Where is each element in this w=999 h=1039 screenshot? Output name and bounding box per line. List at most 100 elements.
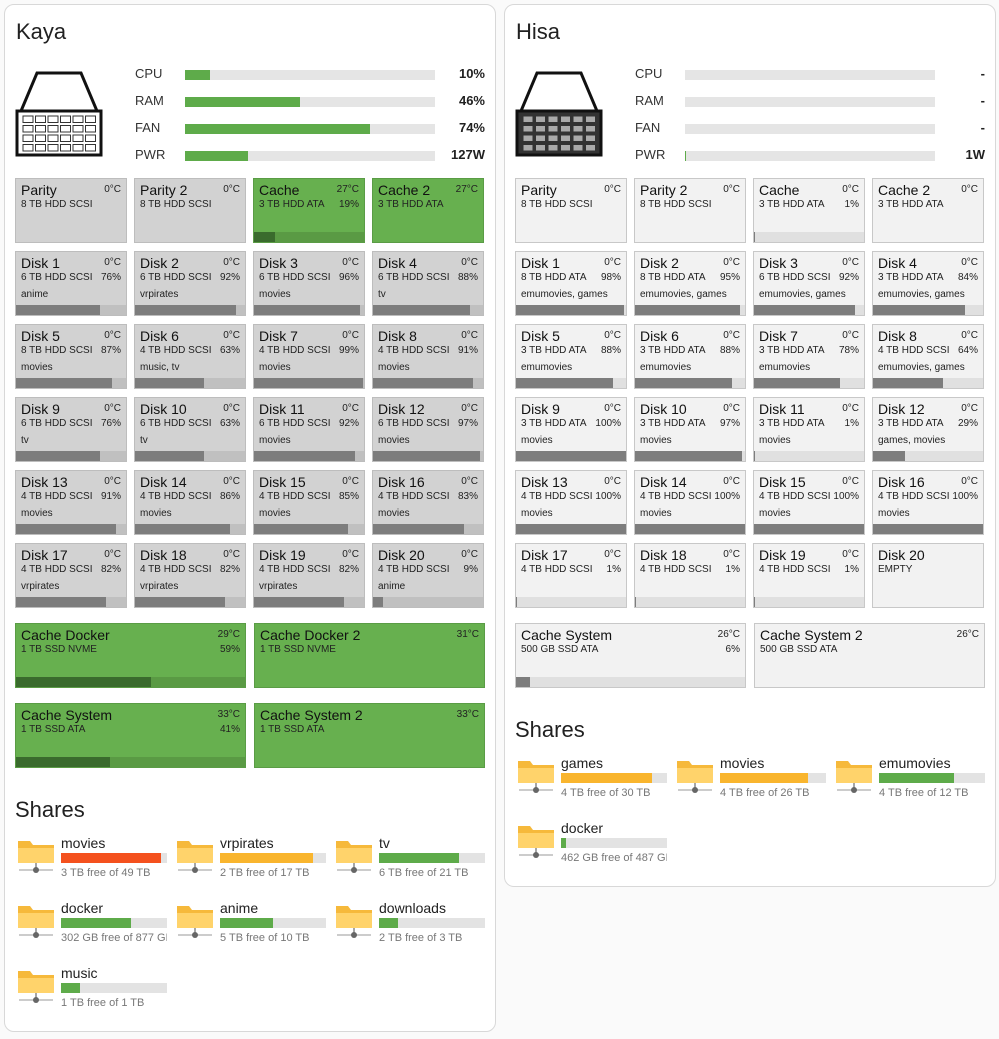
disk-usage-percent: 100% [595,491,621,502]
disk-tile-cache[interactable]: Cache 27°C 3 TB HDD ATA 19% [253,178,365,243]
disk-tile-disk-8[interactable]: Disk 8 0°C 4 TB HDD SCSI 64% emumovies, game… [872,324,984,389]
disk-usage-percent: 76% [100,272,121,283]
pool-tile-cache-system[interactable]: Cache System 26°C 500 GB SSD ATA 6% [515,623,746,688]
disk-usage-percent: 100% [714,491,740,502]
disk-usage-bar [635,378,745,388]
disk-name: Parity [21,182,57,198]
disk-temp: 0°C [461,476,478,487]
pool-tile-cache-system[interactable]: Cache System 33°C 1 TB SSD ATA 41% [15,703,246,768]
disk-tile-disk-8[interactable]: Disk 8 0°C 4 TB HDD SCSI 91% movies [372,324,484,389]
disk-tile-cache-2[interactable]: Cache 2 0°C 3 TB HDD ATA [872,178,984,243]
disk-usage-fill [254,451,356,461]
disk-tile-disk-18[interactable]: Disk 18 0°C 4 TB HDD SCSI 82% vrpirates [134,543,246,608]
pool-tile-cache-system-2[interactable]: Cache System 2 33°C 1 TB SSD ATA [254,703,485,768]
disk-tile-disk-6[interactable]: Disk 6 0°C 4 TB HDD SCSI 63% music, tv [134,324,246,389]
disk-usage-percent: 82% [338,564,359,575]
disk-tile-disk-15[interactable]: Disk 15 0°C 4 TB HDD SCSI 85% movies [253,470,365,535]
disk-tile-disk-3[interactable]: Disk 3 0°C 6 TB HDD SCSI 92% emumovies, game… [753,251,865,316]
disk-usage-fill [635,597,637,607]
disk-tile-disk-9[interactable]: Disk 9 0°C 6 TB HDD SCSI 76% tv [15,397,127,462]
disk-tile-disk-19[interactable]: Disk 19 0°C 4 TB HDD SCSI 82% vrpirates [253,543,365,608]
disk-tile-disk-4[interactable]: Disk 4 0°C 6 TB HDD SCSI 88% tv [372,251,484,316]
disk-usage-percent: 63% [219,345,240,356]
disk-tile-disk-17[interactable]: Disk 17 0°C 4 TB HDD SCSI 1% [515,543,627,608]
disk-usage-percent: 88% [457,272,478,283]
disk-tile-disk-15[interactable]: Disk 15 0°C 4 TB HDD SCSI 100% movies [753,470,865,535]
disk-usage-fill [873,378,944,388]
share-name: anime [220,900,259,916]
disk-tile-cache[interactable]: Cache 0°C 3 TB HDD ATA 1% [753,178,865,243]
pool-tile-cache-docker[interactable]: Cache Docker 29°C 1 TB SSD NVME 59% [15,623,246,688]
stats-panel: CPU 10% RAM 46% FAN 74% PWR 127W [135,65,487,173]
disk-tile-disk-13[interactable]: Disk 13 0°C 4 TB HDD SCSI 100% movies [515,470,627,535]
disk-shares: movies [878,508,910,519]
disk-tile-disk-1[interactable]: Disk 1 0°C 8 TB HDD ATA 98% emumovies, games [515,251,627,316]
disk-temp: 0°C [604,476,621,487]
disk-tile-disk-12[interactable]: Disk 12 0°C 3 TB HDD ATA 29% games, movies [872,397,984,462]
share-name: movies [61,835,106,851]
disk-tile-parity[interactable]: Parity 0°C 8 TB HDD SCSI [15,178,127,243]
disk-usage-percent: 83% [457,491,478,502]
share-vrpirates[interactable]: vrpirates 2 TB free of 17 TB [176,835,326,887]
share-usage-bar [61,918,167,928]
disk-tile-disk-10[interactable]: Disk 10 0°C 6 TB HDD SCSI 63% tv [134,397,246,462]
share-tv[interactable]: tv 6 TB free of 21 TB [335,835,485,887]
disk-usage-bar [873,378,983,388]
disk-shares: movies [640,508,672,519]
pool-tile-cache-docker-2[interactable]: Cache Docker 2 31°C 1 TB SSD NVME [254,623,485,688]
disk-tile-disk-11[interactable]: Disk 11 0°C 6 TB HDD SCSI 92% movies [253,397,365,462]
disk-tile-parity-2[interactable]: Parity 2 0°C 8 TB HDD SCSI [134,178,246,243]
disk-tile-parity-2[interactable]: Parity 2 0°C 8 TB HDD SCSI [634,178,746,243]
disk-tile-disk-9[interactable]: Disk 9 0°C 3 TB HDD ATA 100% movies [515,397,627,462]
stat-value: - [980,93,985,108]
disk-name: Disk 12 [378,401,425,417]
disk-tile-disk-10[interactable]: Disk 10 0°C 3 TB HDD ATA 97% movies [634,397,746,462]
share-docker[interactable]: docker 302 GB free of 877 GB [17,900,167,952]
disk-tile-disk-2[interactable]: Disk 2 0°C 8 TB HDD ATA 95% emumovies, games [634,251,746,316]
disk-tile-disk-17[interactable]: Disk 17 0°C 4 TB HDD SCSI 82% vrpirates [15,543,127,608]
share-movies[interactable]: movies 3 TB free of 49 TB [17,835,167,887]
share-downloads[interactable]: downloads 2 TB free of 3 TB [335,900,485,952]
disk-tile-disk-20[interactable]: Disk 20 0°C 4 TB HDD SCSI 9% anime [372,543,484,608]
disk-tile-disk-2[interactable]: Disk 2 0°C 6 TB HDD SCSI 92% vrpirates [134,251,246,316]
share-music[interactable]: music 1 TB free of 1 TB [17,965,167,1017]
share-docker[interactable]: docker 462 GB free of 487 GB [517,820,667,872]
share-free-space: 1 TB free of 1 TB [61,997,145,1009]
disk-tile-disk-7[interactable]: Disk 7 0°C 3 TB HDD ATA 78% emumovies [753,324,865,389]
share-anime[interactable]: anime 5 TB free of 10 TB [176,900,326,952]
disk-tile-disk-5[interactable]: Disk 5 0°C 3 TB HDD ATA 88% emumovies [515,324,627,389]
share-emumovies[interactable]: emumovies 4 TB free of 12 TB [835,755,985,807]
disk-temp: 0°C [104,476,121,487]
disk-tile-disk-4[interactable]: Disk 4 0°C 3 TB HDD ATA 84% emumovies, games [872,251,984,316]
share-movies[interactable]: movies 4 TB free of 26 TB [676,755,826,807]
disk-tile-disk-11[interactable]: Disk 11 0°C 3 TB HDD ATA 1% movies [753,397,865,462]
disk-tile-disk-3[interactable]: Disk 3 0°C 6 TB HDD SCSI 96% movies [253,251,365,316]
disk-tile-disk-14[interactable]: Disk 14 0°C 4 TB HDD SCSI 100% movies [634,470,746,535]
disk-tile-disk-18[interactable]: Disk 18 0°C 4 TB HDD SCSI 1% [634,543,746,608]
disk-tile-disk-12[interactable]: Disk 12 0°C 6 TB HDD SCSI 97% movies [372,397,484,462]
disk-name: Disk 14 [640,474,687,490]
disk-tile-disk-16[interactable]: Disk 16 0°C 4 TB HDD SCSI 100% movies [872,470,984,535]
disk-tile-disk-19[interactable]: Disk 19 0°C 4 TB HDD SCSI 1% [753,543,865,608]
pool-tile-cache-system-2[interactable]: Cache System 2 26°C 500 GB SSD ATA [754,623,985,688]
disk-shares: movies [259,508,291,519]
pool-usage-bar [16,677,245,687]
disk-tile-disk-14[interactable]: Disk 14 0°C 4 TB HDD SCSI 86% movies [134,470,246,535]
disk-name: Disk 1 [521,255,560,271]
disk-usage-bar [254,451,364,461]
disk-usage-percent: 88% [719,345,740,356]
disk-tile-disk-20[interactable]: Disk 20 EMPTY [872,543,984,608]
disk-tile-disk-16[interactable]: Disk 16 0°C 4 TB HDD SCSI 83% movies [372,470,484,535]
disk-tile-disk-1[interactable]: Disk 1 0°C 6 TB HDD SCSI 76% anime [15,251,127,316]
disk-tile-parity[interactable]: Parity 0°C 8 TB HDD SCSI [515,178,627,243]
disk-tile-disk-5[interactable]: Disk 5 0°C 8 TB HDD SCSI 87% movies [15,324,127,389]
share-name: tv [379,835,390,851]
disk-temp: 0°C [104,184,121,195]
disk-tile-disk-13[interactable]: Disk 13 0°C 4 TB HDD SCSI 91% movies [15,470,127,535]
share-games[interactable]: games 4 TB free of 30 TB [517,755,667,807]
disk-tile-cache-2[interactable]: Cache 2 27°C 3 TB HDD ATA [372,178,484,243]
disk-temp: 0°C [842,257,859,268]
disk-tile-disk-7[interactable]: Disk 7 0°C 4 TB HDD SCSI 99% movies [253,324,365,389]
disk-usage-bar [373,597,483,607]
disk-tile-disk-6[interactable]: Disk 6 0°C 3 TB HDD ATA 88% emumovies [634,324,746,389]
